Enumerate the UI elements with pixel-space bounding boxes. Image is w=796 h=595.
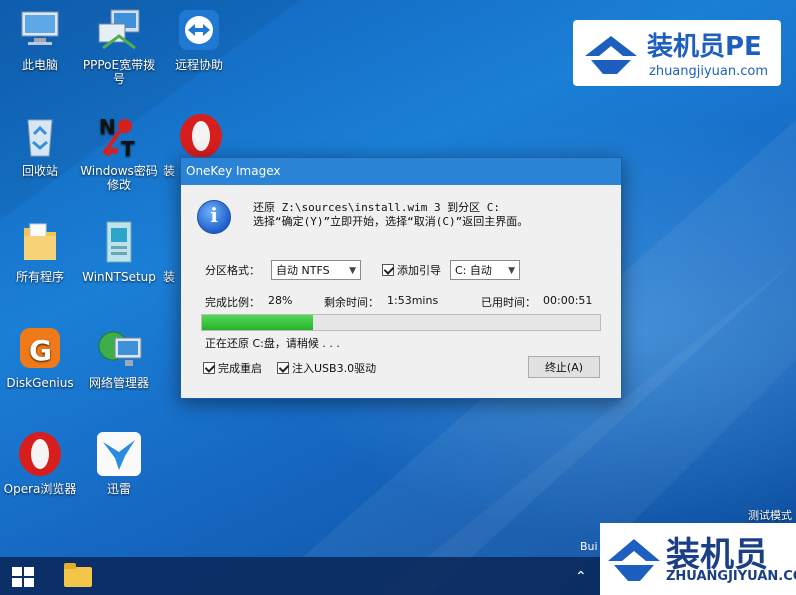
computer-icon [16,6,64,54]
chevron-down-icon: ▼ [349,266,356,276]
brand-title: 装机员PE [647,32,762,62]
brand-mark-icon [608,539,660,581]
nt-key-icon: NT [95,112,143,161]
desktop-icon-label: WinNTSetup [82,270,156,284]
desktop-icon-label: 此电脑 [21,58,58,72]
desktop-icon-label: PPPoE宽带拨号 [82,58,156,86]
chevron-up-icon[interactable]: ⌃ [575,569,587,585]
completion-value: 28% [268,294,293,307]
brand-logo-bottom: 装机员 ZHUANGJIYUAN.COM [600,523,796,595]
elapsed-label: 已用时间： [481,296,536,309]
svg-text:G: G [29,334,52,367]
svg-text:N: N [99,115,116,139]
desktop-icon-pppoe[interactable]: PPPoE宽带拨号 [79,6,159,86]
stop-button[interactable]: 终止(A) [528,356,600,378]
winntsetup-icon [95,218,143,266]
test-mode-text: 测试模式 [748,509,792,522]
brand-mark-icon [585,36,637,74]
usb3-label: 注入USB3.0驱动 [292,362,377,375]
dialog-title: OneKey Imagex [181,158,621,185]
folder-icon [16,218,64,266]
boot-target-value: C: 自动 [455,264,492,277]
onekey-imagex-dialog: OneKey Imagex i 还原 Z:\sources\install.wi… [180,157,622,399]
network-globe-icon [95,324,143,372]
start-button[interactable] [12,567,34,587]
desktop-icon-label: Opera浏览器 [3,482,77,496]
teamviewer-icon [175,6,223,54]
partition-format-value: 自动 NTFS [276,264,330,277]
desktop-icon-label: 回收站 [21,164,58,178]
completion-label: 完成比例： [205,296,260,309]
desktop-icon-remote-assist[interactable]: 远程协助 [159,6,239,72]
desktop-icon-opera[interactable]: Opera浏览器 [0,430,80,496]
add-boot-label: 添加引导 [397,264,441,277]
reboot-checkbox[interactable] [203,362,215,374]
remaining-value: 1:53mins [387,294,439,307]
info-icon: i [197,200,231,234]
xunlei-bird-icon [95,430,143,478]
brand-url: zhuangjiyuan.com [649,64,769,79]
desktop-icon-label: 迅雷 [106,482,131,496]
desktop-icon-label: 网络管理器 [88,376,149,390]
add-boot-checkbox[interactable] [382,264,394,276]
reboot-label: 完成重启 [218,362,262,375]
build-info-text: Bui [580,540,598,553]
windows-logo-icon [24,578,34,587]
usb3-checkbox[interactable] [277,362,289,374]
elapsed-value: 00:00:51 [543,294,593,307]
brand-logo-top: 装机员PE zhuangjiyuan.com [573,20,781,86]
chevron-down-icon: ▼ [508,266,515,276]
brand-url: ZHUANGJIYUAN.COM [666,569,796,584]
windows-logo-icon [12,578,22,587]
progress-fill [202,315,314,330]
desktop-icon-winntsetup[interactable]: WinNTSetup [79,218,159,284]
desktop-icon-label: 远程协助 [174,58,223,72]
desktop-icon-label: DiskGenius [6,376,74,390]
desktop-icon-this-pc[interactable]: 此电脑 [0,6,80,72]
diskgenius-icon: G [16,324,64,372]
partition-format-label: 分区格式： [205,264,260,277]
boot-target-select[interactable]: C: 自动 ▼ [450,260,520,280]
network-dialer-icon [95,6,143,54]
restore-progress-bar [201,314,601,331]
partition-format-select[interactable]: 自动 NTFS ▼ [271,260,361,280]
dialog-message: 还原 Z:\sources\install.wim 3 到分区 C: 选择“确定… [253,201,528,229]
desktop-icon-diskgenius[interactable]: G DiskGenius [0,324,80,390]
desktop-icon-label: 所有程序 [15,270,64,284]
desktop-icon-network-manager[interactable]: 网络管理器 [79,324,159,390]
opera-icon [16,430,64,478]
opera-icon [177,112,225,160]
windows-logo-icon [24,567,34,576]
desktop-icon-label: Windows密码修改 [80,164,158,192]
message-line-1: 还原 Z:\sources\install.wim 3 到分区 C: [253,201,501,214]
status-text: 正在还原 C:盘，请稍候 . . . [205,337,340,350]
desktop-icon-recycle-bin[interactable]: 回收站 [0,112,80,178]
windows-logo-icon [12,567,22,576]
remaining-label: 剩余时间： [324,296,379,309]
desktop-icon-all-programs[interactable]: 所有程序 [0,218,80,284]
file-explorer-icon[interactable] [64,563,92,587]
desktop-icon-windows-password[interactable]: NT Windows密码修改 [79,112,159,192]
message-line-2: 选择“确定(Y)”立即开始，选择“取消(C)”返回主界面。 [253,215,529,228]
recycle-bin-icon [16,112,64,160]
svg-text:T: T [121,137,135,160]
desktop-icon-xunlei[interactable]: 迅雷 [79,430,159,496]
